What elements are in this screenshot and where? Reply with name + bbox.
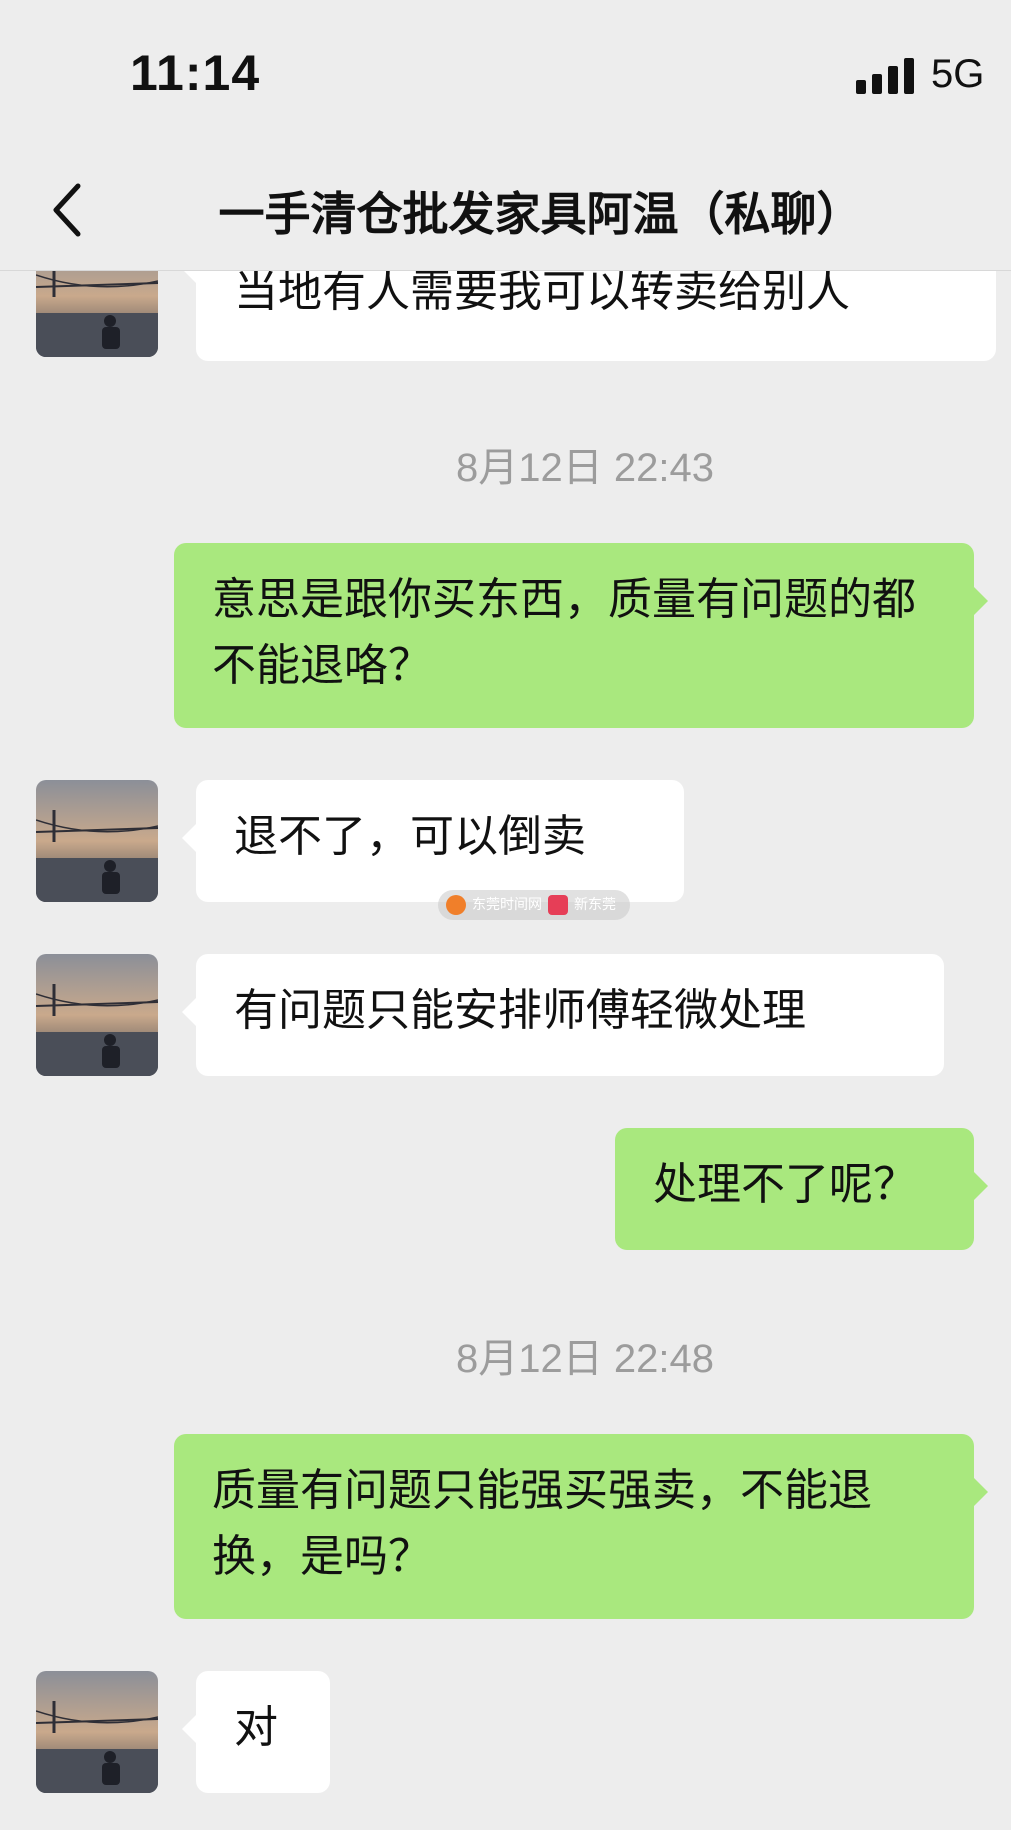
watermark-logo-icon <box>548 895 568 915</box>
message-text: 质量有问题只能强买强卖，不能退换，是吗？ <box>212 1465 872 1582</box>
message-text: 退不了，可以倒卖 <box>234 811 586 862</box>
watermark: 东莞时间网 新东莞 <box>438 890 630 920</box>
chat-title: 一手清仓批发家具阿温（私聊） <box>218 187 863 241</box>
avatar[interactable] <box>36 1671 158 1793</box>
message-text: 处理不了呢？ <box>653 1159 917 1210</box>
signal-bars-icon <box>856 58 916 94</box>
watermark-text: 东莞时间网 <box>472 897 542 913</box>
message-bubble-received[interactable]: 当地有人需要我可以转卖给别人 <box>182 271 996 361</box>
avatar-image <box>36 780 158 902</box>
watermark-logo-icon <box>446 895 466 915</box>
avatar-image <box>36 954 158 1076</box>
avatar[interactable] <box>36 271 158 357</box>
message-bubble-received[interactable]: 对 <box>182 1671 330 1793</box>
network-type: 5G <box>931 52 985 96</box>
avatar[interactable] <box>36 780 158 902</box>
message-bubble-received[interactable]: 有问题只能安排师傅轻微处理 <box>182 954 944 1076</box>
chat-area[interactable]: 当地有人需要我可以转卖给别人 8月12日 22:43 意思是跟你买东西，质量有问… <box>0 271 1011 1830</box>
timestamp: 8月12日 22:48 <box>456 1337 714 1381</box>
message-text: 对 <box>234 1702 278 1753</box>
message-bubble-sent[interactable]: 意思是跟你买东西，质量有问题的都不能退咯？ <box>174 543 988 728</box>
avatar-image <box>36 1671 158 1793</box>
status-bar: 11:14 5G <box>0 0 1011 150</box>
message-text: 有问题只能安排师傅轻微处理 <box>234 985 806 1036</box>
nav-bar: 一手清仓批发家具阿温（私聊） <box>0 150 1011 271</box>
watermark-text: 新东莞 <box>574 897 616 913</box>
message-text: 当地有人需要我可以转卖给别人 <box>234 271 850 317</box>
avatar-image <box>36 271 158 357</box>
message-bubble-sent[interactable]: 质量有问题只能强买强卖，不能退换，是吗？ <box>174 1434 988 1619</box>
message-bubble-received[interactable]: 退不了，可以倒卖 <box>182 780 684 902</box>
avatar[interactable] <box>36 954 158 1076</box>
message-bubble-sent[interactable]: 处理不了呢？ <box>615 1128 988 1250</box>
timestamp: 8月12日 22:43 <box>456 446 714 490</box>
message-text: 意思是跟你买东西，质量有问题的都不能退咯？ <box>212 574 916 691</box>
status-time: 11:14 <box>130 45 261 101</box>
